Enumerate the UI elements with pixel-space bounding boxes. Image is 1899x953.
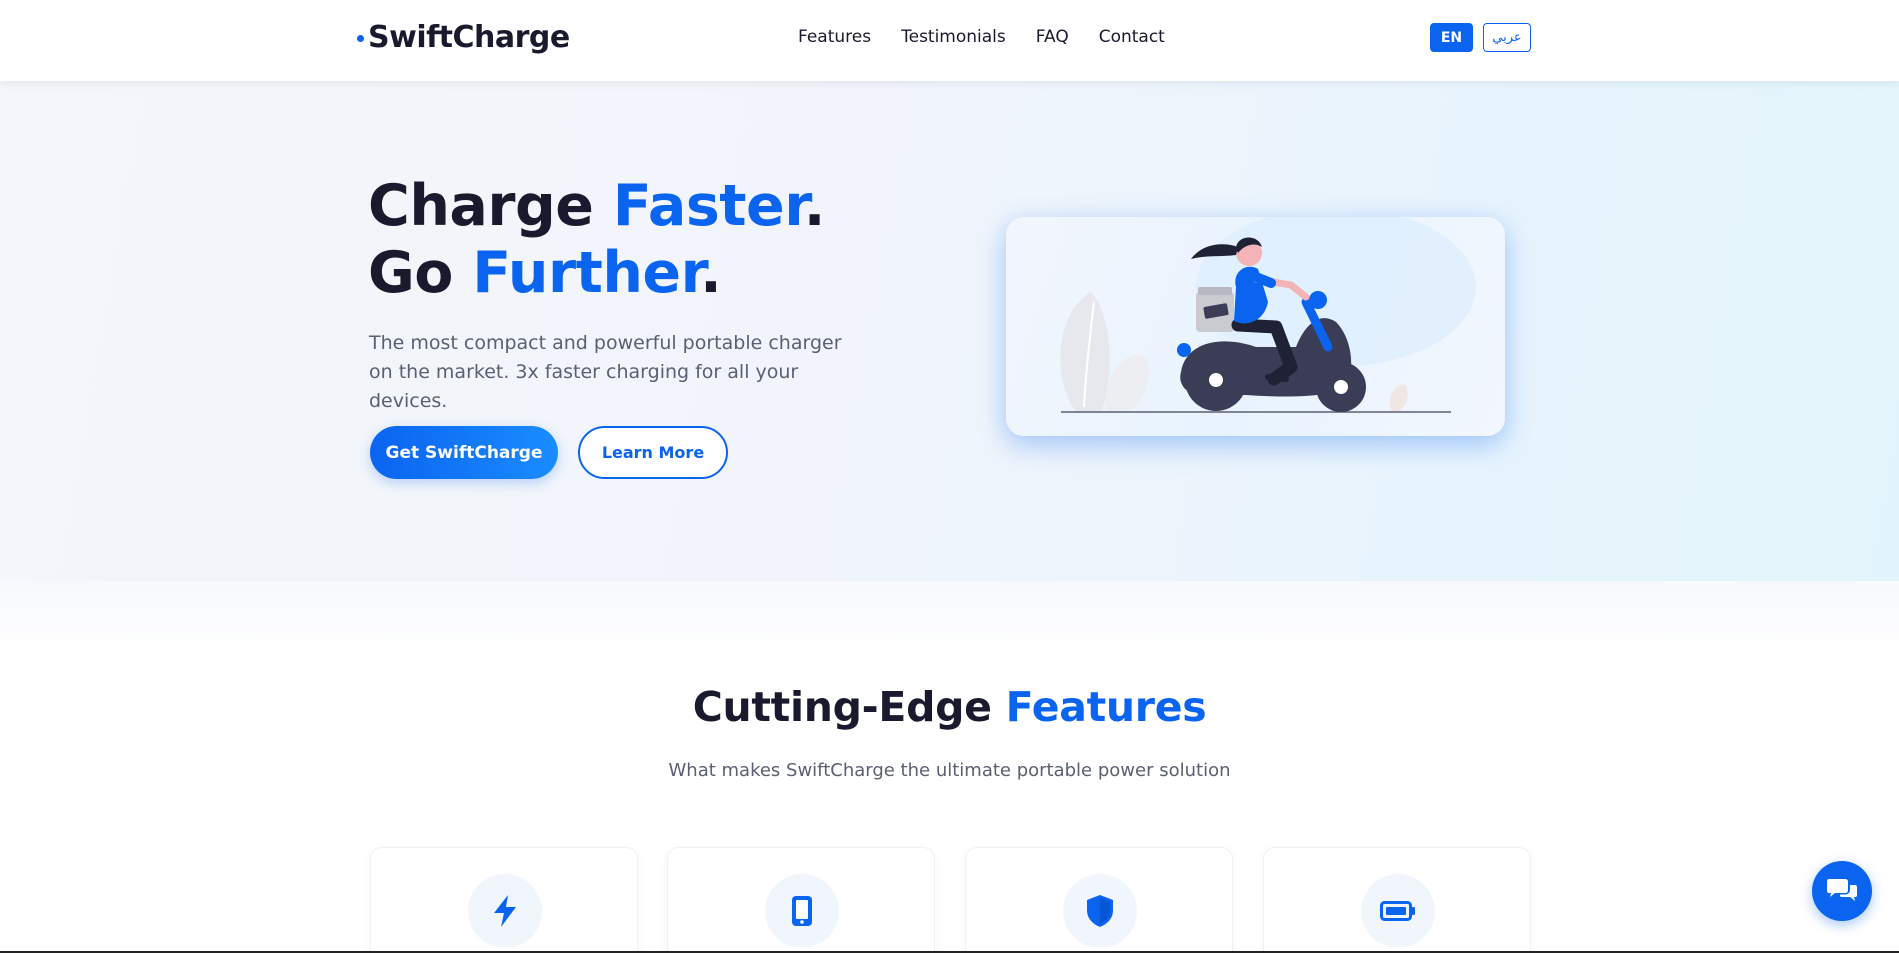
hero-title-period: . [803,173,826,239]
hero-fade [0,581,1899,661]
hero-section [0,81,1899,581]
lightning-icon [494,895,516,927]
scooter-rider-illustration [1060,217,1476,413]
hero-title-text: Go [368,240,473,306]
get-swiftcharge-button[interactable]: Get SwiftCharge [370,426,558,479]
chat-bubbles-icon [1827,879,1857,901]
main-nav: Features Testimonials FAQ Contact [798,27,1165,47]
nav-link-testimonials[interactable]: Testimonials [901,27,1006,47]
nav-link-faq[interactable]: FAQ [1036,27,1069,47]
language-switcher: EN عربي [1430,23,1531,52]
language-en-button[interactable]: EN [1430,23,1473,52]
battery-icon [1380,901,1415,921]
learn-more-button[interactable]: Learn More [578,426,728,479]
hero-illustration-card [1006,217,1505,436]
phone-icon [792,896,812,926]
features-title-accent: Features [1005,683,1207,731]
hero-title-accent: Faster [612,173,804,239]
nav-link-contact[interactable]: Contact [1099,27,1165,47]
shield-icon [1087,895,1113,927]
language-ar-button[interactable]: عربي [1483,23,1531,52]
features-title-text: Cutting-Edge [692,683,1006,731]
feature-card-compact [667,847,935,953]
features-title: Cutting-Edge Features [0,683,1899,731]
hero-title-line2: Go Further. [368,240,722,306]
brand-name: SwiftCharge [368,20,570,55]
hero-title-period: . [700,240,722,306]
feature-icon-wrap [1063,874,1137,948]
feature-icon-wrap [765,874,839,948]
nav-link-features[interactable]: Features [798,27,871,47]
feature-card-safety [965,847,1233,953]
features-subtitle: What makes SwiftCharge the ultimate port… [668,760,1231,781]
feature-icon-wrap [468,874,542,948]
brand-logo[interactable]: SwiftCharge [357,20,570,55]
hero-title: Charge Faster. Go Further. [368,173,825,307]
feature-card-fast-charging [370,847,638,953]
feature-card-battery [1263,847,1531,953]
hero-title-accent: Further [472,240,701,306]
chat-button[interactable] [1812,861,1872,921]
feature-icon-wrap [1361,874,1435,948]
navbar: SwiftCharge Features Testimonials FAQ Co… [0,0,1899,81]
hero-title-text: Charge [368,173,613,239]
logo-dot-icon [357,35,364,42]
hero-subtitle: The most compact and powerful portable c… [369,332,842,412]
hero-title-line1: Charge Faster. [368,173,825,239]
page: SwiftCharge Features Testimonials FAQ Co… [0,0,1899,953]
